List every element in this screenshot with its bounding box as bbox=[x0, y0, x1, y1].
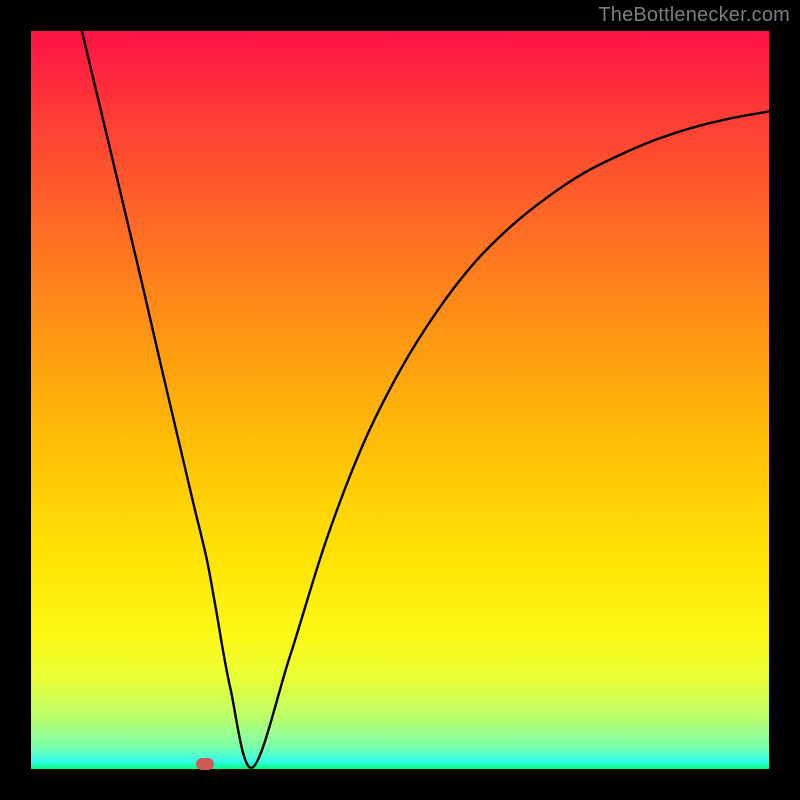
plot-area bbox=[31, 31, 769, 769]
chart-stage: TheBottlenecker.com bbox=[0, 0, 800, 800]
attribution-text: TheBottlenecker.com bbox=[598, 4, 790, 27]
optimum-marker bbox=[196, 758, 214, 770]
